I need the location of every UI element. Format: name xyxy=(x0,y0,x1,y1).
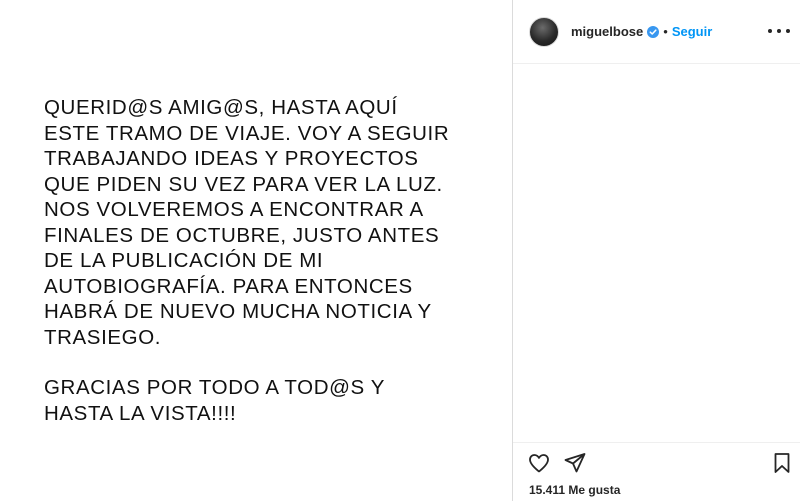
instagram-post-view: QUERID@S AMIG@S, HASTA AQUÍ ESTE TRAMO D… xyxy=(0,0,800,501)
post-actions: 15.411 Me gusta xyxy=(513,442,800,501)
paper-plane-icon[interactable] xyxy=(563,451,587,475)
post-text-paragraph-2: GRACIAS POR TODO A TOD@S Y HASTA LA VIST… xyxy=(44,376,385,425)
bookmark-icon[interactable] xyxy=(770,451,794,475)
separator-dot: • xyxy=(663,24,668,39)
likes-count[interactable]: 15.411 Me gusta xyxy=(529,483,620,497)
post-text-paragraph-1: QUERID@S AMIG@S, HASTA AQUÍ ESTE TRAMO D… xyxy=(44,96,450,349)
avatar[interactable] xyxy=(529,16,559,47)
post-side-panel: miguelbose • Seguir 15.411 Me gusta xyxy=(512,0,800,501)
follow-button[interactable]: Seguir xyxy=(672,24,712,39)
post-image[interactable]: QUERID@S AMIG@S, HASTA AQUÍ ESTE TRAMO D… xyxy=(0,0,512,501)
heart-icon[interactable] xyxy=(527,451,551,475)
username-link[interactable]: miguelbose xyxy=(571,24,643,39)
post-header: miguelbose • Seguir xyxy=(513,0,800,64)
more-options-icon[interactable] xyxy=(768,22,790,40)
verified-badge-icon xyxy=(647,25,660,38)
